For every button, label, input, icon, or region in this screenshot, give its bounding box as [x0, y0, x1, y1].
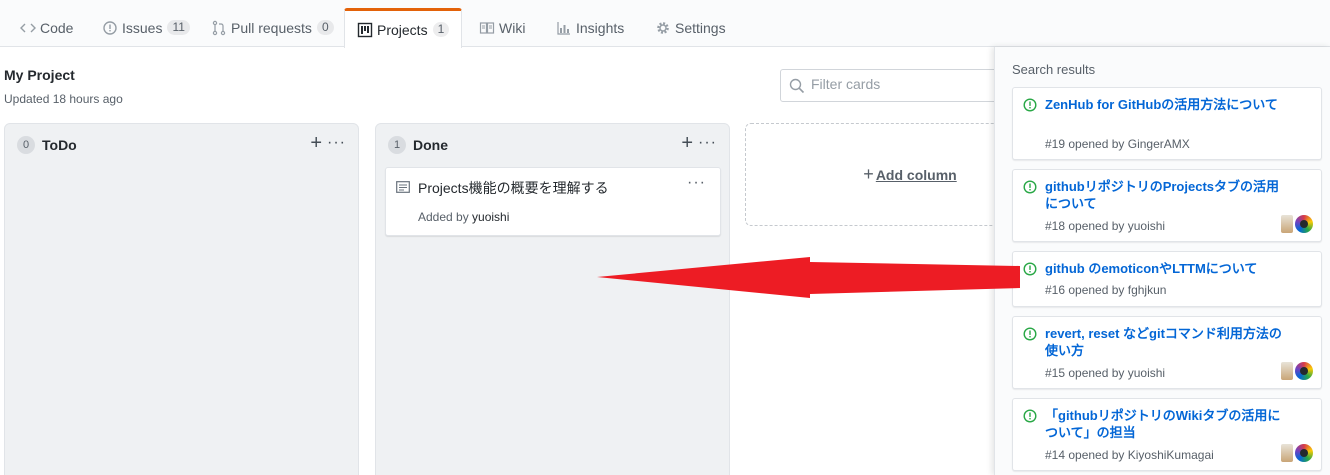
note-author-link[interactable]: yuoishi [472, 210, 509, 224]
column-menu-button[interactable]: ··· [327, 132, 346, 154]
search-result-card[interactable]: 「githubリポジトリのWikiタブの活用について」の担当 #14 opene… [1012, 398, 1322, 471]
issue-opened-icon [1023, 409, 1037, 428]
graph-icon [556, 20, 572, 36]
repo-nav-tabs: Code Issues 11 Pull requests 0 Projects … [0, 0, 1330, 48]
note-icon [396, 180, 410, 199]
tab-label: Projects [377, 21, 428, 38]
tab-code[interactable]: Code [8, 8, 85, 47]
project-updated-time: Updated 18 hours ago [4, 92, 123, 106]
search-result-card[interactable]: revert, reset などgitコマンド利用方法の使い方 #15 open… [1012, 316, 1322, 389]
code-icon [20, 20, 36, 36]
tab-label: Insights [576, 19, 625, 36]
column-header: 0 ToDo [17, 136, 77, 154]
avatar[interactable] [1281, 362, 1293, 380]
search-result-card[interactable]: github のemoticonやLTTMについて #16 opened by … [1012, 251, 1322, 307]
note-text: Projects機能の概要を理解する [418, 180, 609, 196]
filter-cards-input[interactable] [811, 76, 991, 92]
issue-opened-icon [1023, 180, 1037, 199]
note-meta: Added by yuoishi [418, 210, 509, 224]
gear-icon [655, 20, 671, 36]
avatar[interactable] [1281, 444, 1293, 462]
tab-insights[interactable]: Insights [544, 8, 636, 47]
projects-counter: 1 [432, 22, 450, 37]
result-meta: #14 opened by KiyoshiKumagai [1045, 448, 1214, 462]
tab-settings[interactable]: Settings [643, 8, 738, 47]
assignee-avatars [1281, 444, 1313, 462]
column-menu-button[interactable]: ··· [698, 132, 717, 154]
result-title-link[interactable]: github のemoticonやLTTMについて [1045, 260, 1285, 277]
tab-label: Code [40, 19, 74, 36]
column-done: 1 Done + ··· Projects機能の概要を理解する ··· Adde… [375, 123, 730, 475]
search-results-sidebar: Search results ZenHub for GitHubの活用方法につい… [994, 47, 1330, 475]
project-title: My Project [4, 67, 75, 83]
result-title-link[interactable]: 「githubリポジトリのWikiタブの活用について」の担当 [1045, 407, 1285, 441]
issue-opened-icon [1023, 327, 1037, 346]
git-pull-request-icon [211, 20, 227, 36]
tab-label: Pull requests [231, 19, 312, 36]
avatar[interactable] [1295, 362, 1313, 380]
issue-opened-icon [102, 20, 118, 36]
tab-projects[interactable]: Projects 1 [344, 8, 462, 48]
avatar[interactable] [1281, 215, 1293, 233]
result-meta: #16 opened by fghjkun [1045, 283, 1167, 297]
project-icon [357, 22, 373, 38]
note-meta-prefix: Added by [418, 210, 473, 224]
add-card-button[interactable]: + [681, 132, 693, 154]
result-title-link[interactable]: ZenHub for GitHubの活用方法について [1045, 96, 1285, 113]
tab-label: Issues [122, 19, 163, 36]
column-card-count: 1 [388, 136, 406, 154]
issue-opened-icon [1023, 98, 1037, 117]
result-meta: #18 opened by yuoishi [1045, 219, 1166, 233]
result-title-link[interactable]: revert, reset などgitコマンド利用方法の使い方 [1045, 325, 1285, 359]
result-meta: #19 opened by GingerAMX [1045, 137, 1190, 151]
tab-wiki[interactable]: Wiki [467, 8, 537, 47]
column-todo: 0 ToDo + ··· [4, 123, 359, 475]
search-result-card[interactable]: githubリポジトリのProjectsタブの活用について #18 opened… [1012, 169, 1322, 242]
project-board-page: Code Issues 11 Pull requests 0 Projects … [0, 0, 1330, 475]
book-icon [479, 20, 495, 36]
column-card-count: 0 [17, 136, 35, 154]
column-name: ToDo [42, 137, 77, 153]
add-card-button[interactable]: + [310, 132, 322, 154]
issues-counter: 11 [167, 20, 190, 35]
filter-cards-field[interactable] [780, 69, 1020, 102]
note-card[interactable]: Projects機能の概要を理解する ··· Added by yuoishi [385, 167, 721, 236]
search-results-title: Search results [1012, 62, 1096, 77]
avatar[interactable] [1295, 215, 1313, 233]
plus-icon: + [863, 164, 874, 184]
assignee-avatars [1281, 362, 1313, 380]
add-column-label: Add column [875, 166, 957, 183]
result-title-link[interactable]: githubリポジトリのProjectsタブの活用について [1045, 178, 1285, 212]
column-header: 1 Done [388, 136, 448, 154]
result-meta: #15 opened by yuoishi [1045, 366, 1166, 380]
search-result-card[interactable]: ZenHub for GitHubの活用方法について #19 opened by… [1012, 87, 1322, 160]
column-name: Done [413, 137, 448, 153]
tab-issues[interactable]: Issues 11 [90, 8, 202, 47]
tab-label: Settings [675, 19, 726, 36]
avatar[interactable] [1295, 444, 1313, 462]
assignee-avatars [1281, 215, 1313, 233]
issue-opened-icon [1023, 262, 1037, 281]
tab-pull-requests[interactable]: Pull requests 0 [199, 8, 346, 47]
card-menu-button[interactable]: ··· [687, 174, 706, 192]
pull-requests-counter: 0 [316, 20, 334, 35]
tab-label: Wiki [499, 19, 526, 36]
search-icon [789, 78, 805, 99]
